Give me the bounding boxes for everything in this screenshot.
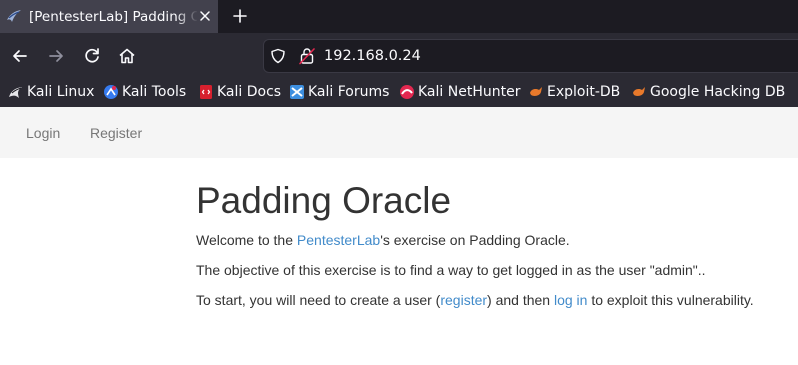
- kali-dragon-icon: [9, 87, 22, 98]
- navigation-toolbar: 192.168.0.24: [0, 33, 798, 79]
- bookmark-label: Kali Tools: [122, 84, 187, 100]
- objective-paragraph: The objective of this exercise is to fin…: [196, 262, 706, 278]
- bookmark-label: Google Hacking DB: [650, 84, 786, 100]
- kali-docs-icon: [200, 85, 212, 99]
- browser-tab[interactable]: [PentesterLab] Padding Oracle: [0, 0, 218, 33]
- bookmark-label: Kali NetHunter: [418, 84, 521, 100]
- bookmark-label: Exploit-DB: [547, 84, 621, 100]
- register-link[interactable]: register: [440, 292, 487, 308]
- exploit-db-icon: [530, 87, 542, 96]
- site-navbar: Login Register: [0, 107, 798, 158]
- bookmark-label: Kali Linux: [27, 84, 95, 100]
- tab-title: [PentesterLab] Padding Oracle: [29, 9, 197, 25]
- home-icon[interactable]: [116, 45, 138, 67]
- nav-login-link[interactable]: Login: [26, 124, 60, 142]
- insecure-lock-icon[interactable]: [299, 47, 315, 65]
- nethunter-icon: [400, 85, 414, 99]
- instructions-part3: to exploit this vulnerability.: [587, 292, 754, 308]
- bookmark-label: Kali Docs: [217, 84, 282, 100]
- shield-icon[interactable]: [270, 48, 286, 64]
- bookmark-label: Kali Forums: [308, 84, 390, 100]
- arrow-right-icon[interactable]: [45, 45, 67, 67]
- tab-title-fade: [176, 6, 198, 28]
- kali-tools-icon: [104, 85, 118, 99]
- pentesterlab-link[interactable]: PentesterLab: [297, 232, 380, 248]
- kali-forums-icon: [290, 85, 304, 99]
- url-text[interactable]: 192.168.0.24: [324, 47, 421, 65]
- web-page: Login Register Padding Oracle Welcome to…: [0, 107, 798, 365]
- welcome-suffix: 's exercise on Padding Oracle.: [380, 232, 570, 248]
- instructions-part1: To start, you will need to create a user…: [196, 292, 441, 308]
- reload-icon[interactable]: [81, 45, 103, 67]
- login-link[interactable]: log in: [554, 292, 587, 308]
- instructions-paragraph: To start, you will need to create a user…: [196, 291, 754, 309]
- plus-icon[interactable]: [231, 7, 249, 25]
- instructions-part2: ) and then: [487, 292, 554, 308]
- arrow-left-icon[interactable]: [9, 45, 31, 67]
- page-title: Padding Oracle: [196, 180, 452, 221]
- ghdb-icon: [633, 87, 645, 96]
- nav-register-link[interactable]: Register: [90, 124, 142, 142]
- welcome-prefix: Welcome to the: [196, 232, 297, 248]
- kali-dragon-icon: [7, 10, 21, 22]
- tab-strip: [PentesterLab] Padding Oracle: [0, 0, 798, 33]
- close-icon[interactable]: [197, 8, 213, 24]
- bookmarks-toolbar: Kali Linux Kali Tools Kali Docs Kali For…: [0, 79, 798, 107]
- welcome-paragraph: Welcome to the PentesterLab's exercise o…: [196, 231, 570, 249]
